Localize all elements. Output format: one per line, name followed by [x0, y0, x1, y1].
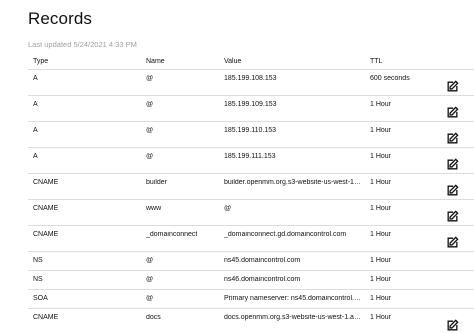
cell-value: 185.199.108.153: [224, 75, 277, 82]
cell-ttl: 1 Hour: [370, 276, 392, 283]
cell-type: NS: [33, 257, 43, 264]
cell-ttl: 1 Hour: [370, 295, 392, 302]
cell-name: builder: [146, 179, 168, 186]
edit-icon[interactable]: [446, 210, 459, 223]
header-value: Value: [224, 58, 242, 65]
cell-ttl: 1 Hour: [370, 257, 392, 264]
header-name: Name: [146, 58, 165, 65]
cell-value: ns46.domaincontrol.com: [224, 276, 301, 283]
cell-name: @: [146, 257, 154, 264]
table-row: CNAME builder builder.openmm.org.s3-websit…: [28, 174, 474, 200]
cell-ttl: 1 Hour: [370, 127, 392, 134]
cell-ttl: 1 Hour: [370, 314, 392, 321]
cell-value: docs.openmm.org.s3-website-us-west-1.am.…: [224, 314, 362, 321]
table-row: CNAME docs docs.openmm.org.s3-website-us-w…: [28, 309, 474, 333]
edit-icon[interactable]: [446, 80, 459, 93]
cell-type: CNAME: [33, 205, 59, 212]
cell-value: Primary nameserver: ns45.domaincontrol.c…: [224, 295, 362, 302]
table-row: NS @ ns45.domaincontrol.com 1 Hour: [28, 252, 474, 271]
table-row: SOA @ Primary nameserver: ns45.domaincontr…: [28, 290, 474, 309]
cell-type: A: [33, 101, 38, 108]
edit-icon[interactable]: [446, 319, 459, 332]
cell-ttl: 1 Hour: [370, 153, 392, 160]
cell-ttl: 1 Hour: [370, 231, 392, 238]
edit-icon[interactable]: [446, 158, 459, 171]
cell-name: @: [146, 153, 154, 160]
header-ttl: TTL: [370, 58, 383, 65]
table-row: A @185.199.109.153 1 Hour: [28, 96, 474, 122]
table-header: Type Name Value TTL: [28, 55, 474, 70]
table-row: A @185.199.110.153 1 Hour: [28, 122, 474, 148]
cell-type: NS: [33, 276, 43, 283]
cell-value: ns45.domaincontrol.com: [224, 257, 301, 264]
cell-type: A: [33, 127, 38, 134]
table-row: NS @ ns46.domaincontrol.com 1 Hour: [28, 271, 474, 290]
cell-value: 185.199.109.153: [224, 101, 277, 108]
cell-type: CNAME: [33, 314, 59, 321]
table-row: CNAME www @1 Hour: [28, 200, 474, 226]
cell-type: A: [33, 75, 38, 82]
cell-value: 185.199.110.153: [224, 127, 277, 134]
cell-name: @: [146, 295, 154, 302]
edit-icon[interactable]: [446, 132, 459, 145]
table-row: CNAME _domainconnect _domainconnect.gd.dom…: [28, 226, 474, 252]
page-title: Records: [28, 9, 93, 28]
cell-ttl: 1 Hour: [370, 179, 392, 186]
cell-type: CNAME: [33, 231, 59, 238]
cell-ttl: 1 Hour: [370, 101, 392, 108]
edit-icon[interactable]: [446, 236, 459, 249]
cell-name: docs: [146, 314, 161, 321]
header-type: Type: [33, 58, 49, 65]
cell-value: _domainconnect.gd.domaincontrol.com: [224, 231, 347, 238]
cell-value: 185.199.111.153: [224, 153, 276, 160]
table-row: A @185.199.111.153 1 Hour: [28, 148, 474, 174]
last-updated-text: Last updated 5/24/2021 4:33 PM: [28, 40, 137, 49]
edit-icon[interactable]: [446, 184, 459, 197]
cell-ttl: 600 seconds: [370, 75, 410, 82]
cell-name: @: [146, 127, 154, 134]
cell-ttl: 1 Hour: [370, 205, 392, 212]
cell-name: _domainconnect: [146, 231, 198, 238]
table-row: A @185.199.108.153 600 seconds: [28, 70, 474, 96]
edit-icon[interactable]: [446, 106, 459, 119]
cell-name: @: [146, 276, 154, 283]
table-body: A @185.199.108.153 600 seconds A @185.199.10…: [28, 70, 474, 333]
cell-name: @: [146, 101, 154, 108]
cell-name: www: [146, 205, 162, 212]
dns-records-page: Records Last updated 5/24/2021 4:33 PM T…: [0, 0, 474, 333]
cell-value: @: [224, 205, 232, 212]
cell-type: CNAME: [33, 179, 59, 186]
cell-type: A: [33, 153, 38, 160]
cell-type: SOA: [33, 295, 48, 302]
cell-name: @: [146, 75, 154, 82]
cell-value: builder.openmm.org.s3-website-us-west-1.…: [224, 179, 362, 186]
records-table: Type Name Value TTL A @185.199.108.153 600…: [28, 55, 474, 333]
